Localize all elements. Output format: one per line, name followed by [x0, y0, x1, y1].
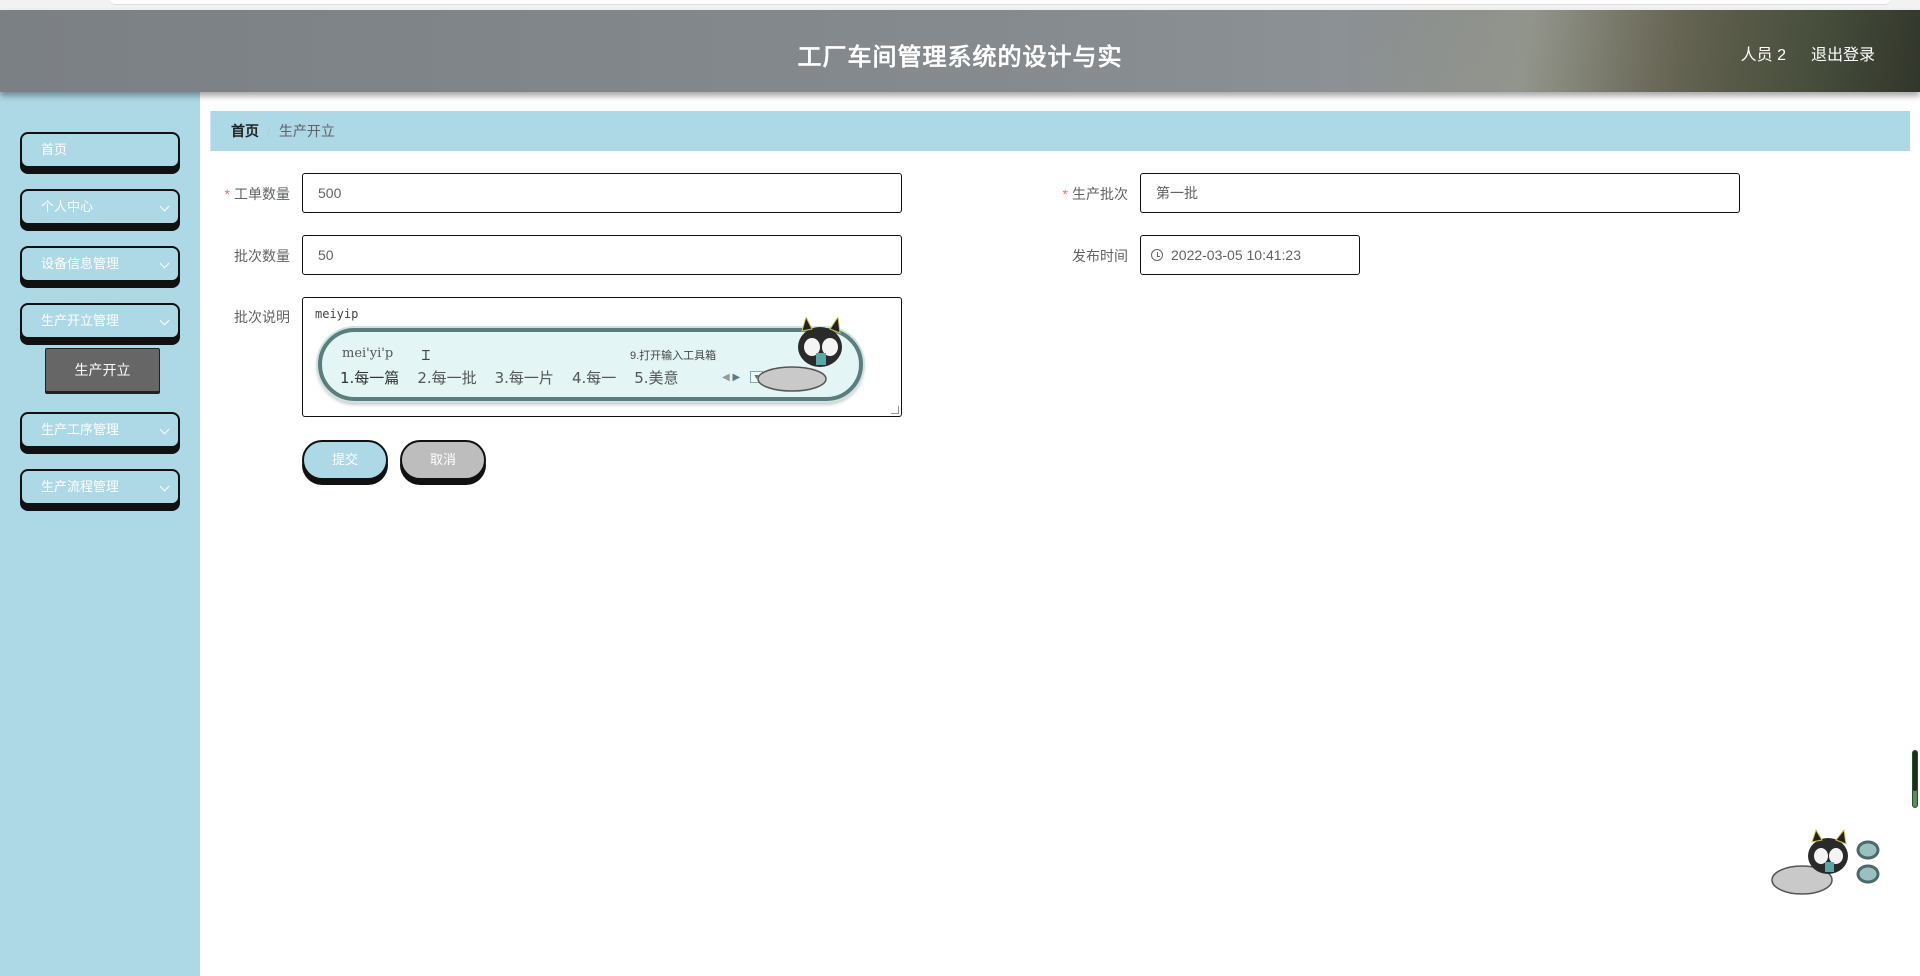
- batch-note-value: meiyip: [315, 307, 359, 321]
- clock-icon: [1151, 249, 1163, 261]
- batch-qty-label: 批次数量: [234, 248, 290, 264]
- batch-input[interactable]: 第一批: [1140, 173, 1740, 213]
- publish-time-label: 发布时间: [1072, 248, 1128, 264]
- app-header: 工厂车间管理系统的设计与实 人员 2 退出登录: [0, 10, 1920, 92]
- breadcrumb: 首页 / 生产开立: [210, 111, 1910, 151]
- resize-grip-icon[interactable]: [891, 406, 899, 414]
- chevron-down-icon: [159, 424, 170, 435]
- chevron-down-icon: [159, 481, 170, 492]
- batch-note-label: 批次说明: [234, 309, 290, 325]
- breadcrumb-home[interactable]: 首页: [231, 123, 259, 139]
- ime-candidate[interactable]: 4.每一: [572, 367, 616, 388]
- sidebar-item-flow[interactable]: 生产流程管理: [20, 469, 180, 505]
- submit-button[interactable]: 提交: [302, 440, 388, 480]
- ime-candidate[interactable]: 5.美意: [634, 367, 678, 388]
- batch-qty-input[interactable]: 50: [302, 235, 902, 275]
- breadcrumb-current: 生产开立: [278, 123, 335, 139]
- ime-pinyin: mei'yi'p: [342, 346, 394, 361]
- sidebar-item-personal-center[interactable]: 个人中心: [20, 189, 180, 225]
- cancel-button[interactable]: 取消: [400, 440, 486, 480]
- logout-link[interactable]: 退出登录: [1811, 41, 1875, 65]
- ime-candidate[interactable]: 2.每一批: [417, 367, 476, 388]
- chevron-down-icon: [159, 315, 170, 326]
- ime-page-arrows-icon[interactable]: ◀ ▶: [722, 372, 740, 383]
- ime-mascot-icon: [757, 317, 842, 392]
- browser-top-strip: [0, 0, 1920, 10]
- sidebar-item-equipment[interactable]: 设备信息管理: [20, 246, 180, 282]
- ime-mascot-icon: [1771, 828, 1880, 895]
- app-title: 工厂车间管理系统的设计与实: [797, 44, 1123, 71]
- publish-time-value: 2022-03-05 10:41:23: [1171, 247, 1301, 263]
- text-cursor-icon: Ɪ: [422, 347, 430, 363]
- sidebar-item-production-open[interactable]: 生产开立管理: [20, 303, 180, 339]
- ime-candidate[interactable]: 3.每一片: [495, 367, 554, 388]
- chevron-down-icon: [159, 201, 170, 212]
- publish-time-picker[interactable]: 2022-03-05 10:41:23: [1140, 235, 1360, 275]
- ime-candidate-popup: mei'yi'p Ɪ 9.打开输入工具箱 1.每一篇 2.每一批 3.每一片 4…: [318, 317, 863, 401]
- batch-label: * 生产批次: [1062, 186, 1128, 202]
- work-order-qty-input[interactable]: 500: [302, 173, 902, 213]
- sidebar-item-process[interactable]: 生产工序管理: [20, 412, 180, 448]
- chevron-down-icon: [159, 258, 170, 269]
- sidebar-item-home[interactable]: 首页: [20, 132, 180, 168]
- work-order-qty-label: * 工单数量: [224, 186, 290, 202]
- current-user: 人员 2: [1740, 47, 1786, 64]
- breadcrumb-separator: /: [267, 123, 271, 139]
- ime-floating-widget[interactable]: [1770, 828, 1880, 900]
- ime-candidate[interactable]: 1.每一篇: [340, 367, 399, 388]
- sidebar: 首页 个人中心 设备信息管理 生产开立管理 生产开立 生产工序管理 生产流程管理: [0, 92, 200, 976]
- ime-candidates: 1.每一篇 2.每一批 3.每一片 4.每一 5.美意: [340, 367, 679, 388]
- sidebar-subitem-production-open[interactable]: 生产开立: [45, 348, 160, 392]
- page-scrollbar[interactable]: [1912, 750, 1918, 808]
- ime-toolbox-hint[interactable]: 9.打开输入工具箱: [630, 347, 716, 363]
